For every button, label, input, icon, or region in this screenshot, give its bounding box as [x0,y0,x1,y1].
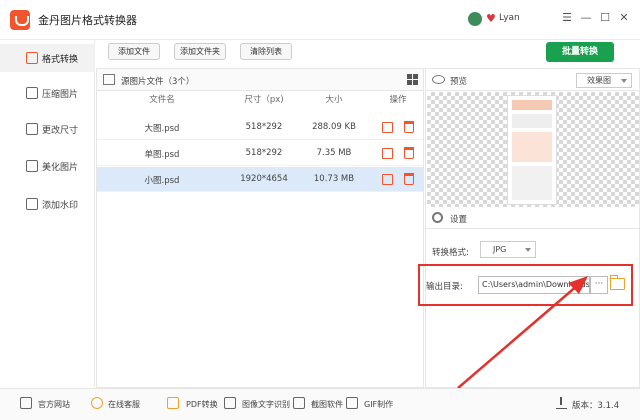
gif-icon [346,397,358,409]
footer: 官方网站 在线客服 PDF转换 图像文字识别 截图软件 GIF制作 版本：3.1… [0,388,640,420]
footer-link-website[interactable]: 官方网站 [38,399,70,410]
support-icon [91,397,103,409]
download-icon [556,397,567,409]
footer-link-ocr[interactable]: 图像文字识别 [242,399,290,410]
footer-link-screenshot[interactable]: 截图软件 [311,399,343,410]
version-label: 版本：3.1.4 [572,399,619,411]
screenshot-icon [293,397,305,409]
website-icon [20,397,32,409]
pdf-icon [167,397,179,409]
ocr-icon [224,397,236,409]
footer-link-gif[interactable]: GIF制作 [364,399,393,410]
annotation-arrow [0,0,640,420]
footer-link-pdf[interactable]: PDF转换 [186,399,218,410]
footer-link-support[interactable]: 在线客服 [108,399,140,410]
